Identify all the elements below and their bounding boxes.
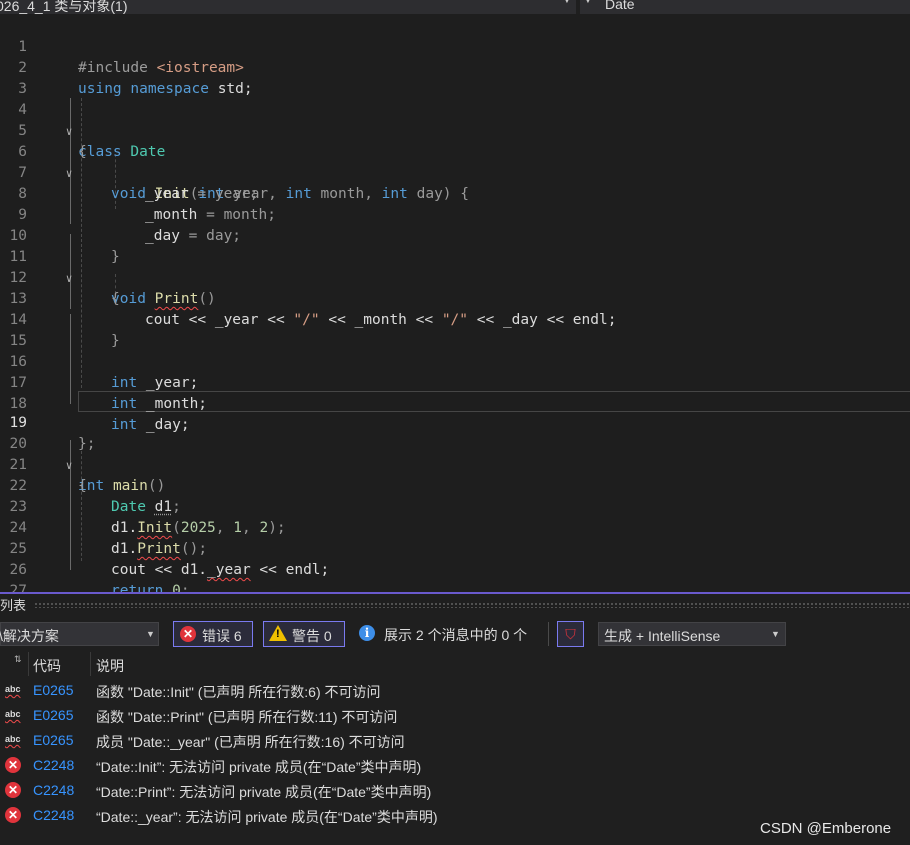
error-code: E0265 [33,732,74,748]
build-source-select[interactable]: 生成 + IntelliSense ▼ [598,622,786,646]
code-line: 15 [0,310,910,349]
intellisense-error-icon: abc [5,684,21,694]
code-line: 14 } [0,289,910,349]
error-row[interactable]: abc E0265 函数 "Date::Print" (已声明 所在行数:11)… [0,703,910,728]
warnings-filter-label: 警告 0 [292,628,332,644]
code-line: 4 ∨ class Date [0,79,910,160]
error-row[interactable]: ✕ C2248 “Date::Print”: 无法访问 private 成员(在… [0,778,910,803]
watermark: CSDN @Emberone [760,820,892,837]
project-dropdown-label: 026_4_1 类与对象(1) [0,0,128,14]
code-line: 17 int _month; [0,352,910,412]
code-line: 12 { [0,247,910,307]
code-line: 3 [0,58,910,97]
error-description: “Date::Print”: 无法访问 private 成员(在“Date”类中… [96,784,432,800]
error-icon: ✕ [180,626,196,642]
code-line: 26 return 0; [0,539,910,592]
panel-drag-handle[interactable] [34,602,910,608]
messages-filter-label[interactable]: 展示 2 个消息中的 0 个 [384,625,527,645]
intellisense-error-icon: abc [5,709,21,719]
errors-filter-button[interactable]: ✕ 错误 6 [173,621,253,647]
error-code: E0265 [33,682,74,698]
code-line: 10 } [0,205,910,265]
column-separator[interactable] [28,652,29,676]
warning-icon-mark: ! [276,628,280,640]
error-code: C2248 [33,807,75,823]
chevron-down-icon: ▼ [146,629,155,639]
error-description: “Date::Init”: 无法访问 private 成员(在“Date”类中声… [96,759,422,775]
code-line: 23 d1.Init(2025, 1, 2); [0,476,910,536]
error-icon: ✕ [5,757,21,773]
error-description: 成员 "Date::_year" (已声明 所在行数:16) 不可访问 [96,734,405,750]
error-code: E0265 [33,707,74,723]
build-source-label: 生成 + IntelliSense [604,628,721,644]
code-token: return [111,583,164,592]
column-header-code[interactable]: 代码 [33,656,61,676]
code-line: 19 }; [0,392,910,452]
column-separator[interactable] [90,652,91,676]
navigation-bar: 026_4_1 类与对象(1) ▼ ▼ Date [0,0,910,14]
chevron-down-icon: ▼ [771,629,780,639]
code-line: 27 } [0,560,910,592]
error-icon: ✕ [5,807,21,823]
code-line: 13 cout << _year << "/" << _month << "/"… [0,268,910,328]
error-row[interactable]: abc E0265 函数 "Date::Init" (已声明 所在行数:6) 不… [0,678,910,703]
code-token: ; [180,583,190,592]
code-line: 6 ∨ void Init(int year, int month, int d… [0,121,910,202]
code-line: 20 ∨ int main() [0,413,910,494]
line-number: 27 [9,583,27,592]
error-code: C2248 [33,782,75,798]
filter-button[interactable]: ⛉ [557,621,584,647]
code-line: 8 _month = month; [0,163,910,223]
column-header-row: ⇅ 代码 说明 [0,652,910,676]
code-token: 0 [163,583,181,592]
error-description: 函数 "Date::Print" (已声明 所在行数:11) 不可访问 [96,709,398,725]
errors-filter-label: 错误 6 [202,628,242,644]
error-icon: ✕ [5,782,21,798]
error-description: “Date::_year”: 无法访问 private 成员(在“Date”类中… [96,809,438,825]
code-line: 25 cout << d1._year << endl; [0,518,910,578]
code-line: 22 Date d1; [0,455,910,515]
info-icon[interactable]: i [359,625,375,641]
error-description: 函数 "Date::Init" (已声明 所在行数:6) 不可访问 [96,684,381,700]
scope-select-label: \解决方案 [0,628,59,644]
error-row[interactable]: ✕ C2248 “Date::Init”: 无法访问 private 成员(在“… [0,753,910,778]
code-line: 16 int _year; [0,331,910,391]
code-line: 18 int _day; [0,373,910,433]
chevron-down-icon[interactable]: ▼ [583,0,593,6]
column-header-description[interactable]: 说明 [96,656,124,676]
code-line: 24 d1.Print(); [0,497,910,557]
code-line: 11 ∨ void Print() [0,226,910,307]
warnings-filter-button[interactable]: ! 警告 0 [263,621,345,647]
code-line: 7 _year = year; [0,142,910,202]
filter-icon: ⛉ [565,626,576,642]
sort-icon[interactable]: ⇅ [14,654,22,665]
panel-title: 列表 [0,598,27,613]
code-line: 21 { [0,434,910,494]
scope-dropdown-label: Date [605,0,635,12]
intellisense-error-icon: abc [5,734,21,744]
code-line: 5 { [0,100,910,160]
error-code: C2248 [33,757,75,773]
code-line: 9 _day = day; [0,184,910,244]
chevron-down-icon[interactable]: ▼ [562,0,572,6]
code-line: 1 #include <iostream> [0,16,910,76]
toolbar-separator [548,622,549,646]
code-editor[interactable]: 1 #include <iostream> 2 using namespace … [0,14,910,592]
error-row[interactable]: abc E0265 成员 "Date::_year" (已声明 所在行数:16)… [0,728,910,753]
scope-select[interactable]: \解决方案 ▼ [0,622,159,646]
code-line: 2 using namespace std; [0,37,910,97]
error-list-panel: 列表 \解决方案 ▼ ✕ 错误 6 ! 警告 0 i 展示 2 个消息中的 0 … [0,594,910,845]
